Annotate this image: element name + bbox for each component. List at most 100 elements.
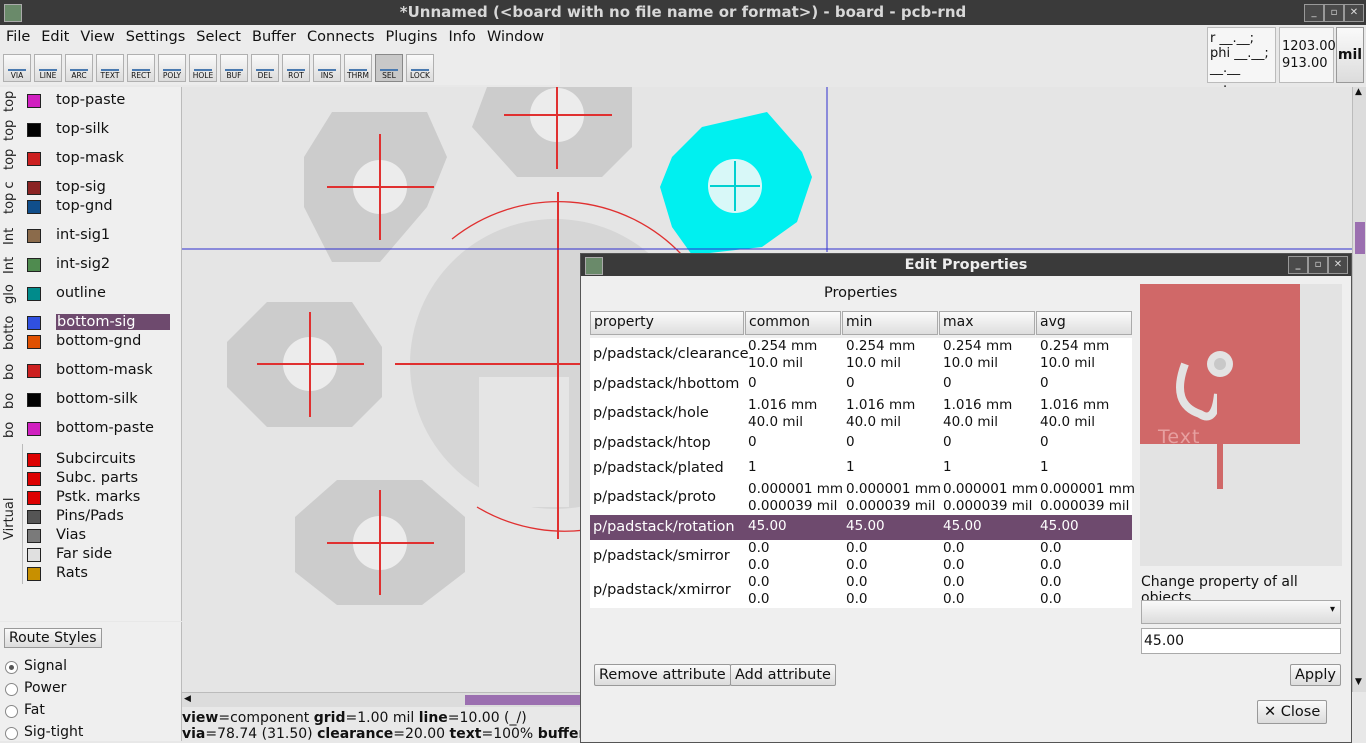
property-row[interactable]: p/padstack/hbottom 0 0 0 0 <box>590 372 1132 397</box>
col-header-max[interactable]: max <box>939 311 1035 335</box>
tool-line-button[interactable]: LINE <box>34 54 62 82</box>
tool-hole-button[interactable]: HOLE <box>189 54 217 82</box>
virtual-layer-vias[interactable]: Vias <box>27 527 171 546</box>
tool-rect-button[interactable]: RECT <box>127 54 155 82</box>
layer-top-gnd[interactable]: top-gnd <box>27 198 171 217</box>
layer-group-tag[interactable]: bo <box>2 419 20 440</box>
menu-plugins[interactable]: Plugins <box>380 25 443 45</box>
layer-group-tag[interactable]: botto <box>2 313 20 353</box>
minimize-icon[interactable]: _ <box>1304 4 1324 22</box>
close-icon[interactable]: ✕ <box>1344 4 1364 22</box>
layer-bottom-gnd[interactable]: bottom-gnd <box>27 333 171 352</box>
layer-color-swatch[interactable] <box>27 200 41 214</box>
route-styles-button[interactable]: Route Styles <box>4 628 102 648</box>
layer-color-swatch[interactable] <box>27 316 41 330</box>
property-combo[interactable]: ▾ <box>1141 600 1341 624</box>
layer-group-tag[interactable]: top c <box>2 178 20 218</box>
layer-color-swatch[interactable] <box>27 229 41 243</box>
layer-top-paste[interactable]: top-paste <box>27 92 171 111</box>
route-style-label[interactable]: Signal <box>24 658 67 674</box>
scroll-down-icon[interactable]: ▼ <box>1355 677 1362 687</box>
property-row[interactable]: p/padstack/smirror 0.0 0.0 0.0 0.0 0.0 0.0 0.0 0… <box>590 540 1132 574</box>
menu-file[interactable]: File <box>0 25 35 45</box>
route-style-radio[interactable] <box>5 661 18 674</box>
value-input[interactable]: 45.00 <box>1141 628 1341 654</box>
layer-color-swatch[interactable] <box>27 393 41 407</box>
layer-color-swatch[interactable] <box>27 287 41 301</box>
layer-group-tag[interactable]: top <box>2 91 20 112</box>
route-style-radio[interactable] <box>5 683 18 696</box>
property-row[interactable]: p/padstack/plated 1 1 1 1 <box>590 456 1132 481</box>
layer-color-swatch[interactable] <box>27 567 41 581</box>
virtual-layer-subcircuits[interactable]: Subcircuits <box>27 451 171 470</box>
maximize-icon[interactable]: ▫ <box>1324 4 1344 22</box>
col-header-min[interactable]: min <box>842 311 938 335</box>
property-row[interactable]: p/padstack/xmirror 0.0 0.0 0.0 0.0 0.0 0.0 0.0 0… <box>590 574 1132 608</box>
layer-color-swatch[interactable] <box>27 472 41 486</box>
property-row[interactable]: p/padstack/hole 1.016 mm 40.0 mil 1.016 mm 4… <box>590 397 1132 431</box>
col-header-avg[interactable]: avg <box>1036 311 1132 335</box>
canvas-vscrollbar[interactable]: ▲ ▼ <box>1352 87 1366 692</box>
menu-edit[interactable]: Edit <box>35 25 74 45</box>
property-row[interactable]: p/padstack/clearance 0.254 mm 10.0 mil 0.25… <box>590 338 1132 372</box>
route-style-label[interactable]: Power <box>24 680 66 696</box>
route-style-label[interactable]: Sig-tight <box>24 724 83 740</box>
unit-toggle-button[interactable]: mil <box>1336 27 1364 83</box>
layer-group-tag[interactable]: top <box>2 120 20 141</box>
tool-poly-button[interactable]: POLY <box>158 54 186 82</box>
menu-info[interactable]: Info <box>442 25 480 45</box>
virtual-layer-pstk-marks[interactable]: Pstk. marks <box>27 489 171 508</box>
virtual-layer-pins-pads[interactable]: Pins/Pads <box>27 508 171 527</box>
layer-color-swatch[interactable] <box>27 123 41 137</box>
layer-color-swatch[interactable] <box>27 422 41 436</box>
tool-arc-button[interactable]: ARC <box>65 54 93 82</box>
tool-rot-button[interactable]: ROT <box>282 54 310 82</box>
layer-color-swatch[interactable] <box>27 258 41 272</box>
layer-outline[interactable]: outline <box>27 285 171 304</box>
layer-color-swatch[interactable] <box>27 529 41 543</box>
col-header-common[interactable]: common <box>745 311 841 335</box>
virtual-layer-subc-parts[interactable]: Subc. parts <box>27 470 171 489</box>
route-style-radio[interactable] <box>5 705 18 718</box>
layer-color-swatch[interactable] <box>27 152 41 166</box>
tool-thrm-button[interactable]: THRM <box>344 54 372 82</box>
layer-bottom-silk[interactable]: bottom-silk <box>27 391 171 410</box>
tool-lock-button[interactable]: LOCK <box>406 54 434 82</box>
hscroll-thumb[interactable] <box>465 695 582 705</box>
route-style-label[interactable]: Fat <box>24 702 45 718</box>
virtual-layer-far-side[interactable]: Far side <box>27 546 171 565</box>
vscroll-thumb[interactable] <box>1355 222 1365 254</box>
property-row[interactable]: p/padstack/rotation 45.00 45.00 45.00 45.00 <box>590 515 1132 540</box>
tool-sel-button[interactable]: SEL <box>375 54 403 82</box>
apply-button[interactable]: Apply <box>1290 664 1341 686</box>
layer-color-swatch[interactable] <box>27 181 41 195</box>
canvas-hscrollbar[interactable]: ◀ <box>182 692 582 707</box>
layer-group-tag[interactable]: top <box>2 149 20 170</box>
menu-select[interactable]: Select <box>190 25 246 45</box>
close-button[interactable]: ✕ Close <box>1257 700 1328 724</box>
layer-top-sig[interactable]: top-sig <box>27 179 171 198</box>
menu-window[interactable]: Window <box>481 25 549 45</box>
layer-group-tag[interactable]: bo <box>2 390 20 411</box>
layer-color-swatch[interactable] <box>27 364 41 378</box>
property-row[interactable]: p/padstack/proto 0.000001 mm 0.000039 mil 0… <box>590 481 1135 515</box>
layer-group-tag[interactable]: Int <box>2 255 20 276</box>
dialog-close-icon[interactable]: ✕ <box>1328 256 1348 274</box>
layer-group-tag[interactable]: Int <box>2 226 20 247</box>
layer-bottom-sig[interactable]: bottom-sig <box>27 314 171 333</box>
menu-connects[interactable]: Connects <box>301 25 380 45</box>
tool-del-button[interactable]: DEL <box>251 54 279 82</box>
tool-via-button[interactable]: VIA <box>3 54 31 82</box>
add-attribute-button[interactable]: Add attribute <box>730 664 836 686</box>
virtual-layer-rats[interactable]: Rats <box>27 565 171 584</box>
layer-color-swatch[interactable] <box>27 510 41 524</box>
layer-top-silk[interactable]: top-silk <box>27 121 171 140</box>
layer-group-tag[interactable]: bo <box>2 361 20 382</box>
route-style-radio[interactable] <box>5 727 18 740</box>
virtual-group-tag[interactable]: Virtual <box>2 452 20 585</box>
menu-view[interactable]: View <box>74 25 119 45</box>
tool-buf-button[interactable]: BUF <box>220 54 248 82</box>
tool-text-button[interactable]: TEXT <box>96 54 124 82</box>
layer-color-swatch[interactable] <box>27 94 41 108</box>
menu-buffer[interactable]: Buffer <box>246 25 301 45</box>
